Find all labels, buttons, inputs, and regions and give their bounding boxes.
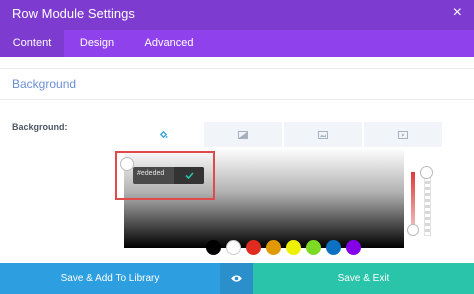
background-field-label: Background: (12, 122, 68, 132)
highlight-annotation (115, 151, 215, 200)
palette-swatch-red[interactable] (246, 240, 261, 255)
hue-slider[interactable] (411, 172, 415, 232)
save-to-library-button[interactable]: Save & Add To Library (0, 263, 220, 294)
bg-type-video[interactable] (364, 122, 442, 147)
modal-footer: Save & Add To Library Save & Exit (0, 263, 474, 294)
palette-swatch-blue[interactable] (326, 240, 341, 255)
save-exit-button[interactable]: Save & Exit (253, 263, 474, 294)
tab-content[interactable]: Content (0, 30, 64, 57)
palette-swatch-black[interactable] (206, 240, 221, 255)
palette-swatch-yellow[interactable] (286, 240, 301, 255)
paint-bucket-icon (159, 130, 168, 139)
palette-swatch-orange[interactable] (266, 240, 281, 255)
bg-type-color[interactable] (124, 122, 202, 147)
modal-title: Row Module Settings (12, 6, 135, 21)
tab-design[interactable]: Design (64, 30, 130, 57)
close-icon[interactable]: × (453, 4, 462, 22)
modal-header: Row Module Settings × (0, 0, 474, 30)
background-section-toggle[interactable]: Background (0, 68, 474, 100)
video-icon (398, 130, 408, 139)
bg-type-gradient[interactable] (204, 122, 282, 147)
background-type-tabs (124, 122, 442, 147)
eye-icon (231, 275, 242, 282)
palette-swatch-purple[interactable] (346, 240, 361, 255)
palette-swatch-white[interactable] (226, 240, 241, 255)
settings-modal: Row Module Settings × Content Design Adv… (0, 0, 474, 294)
gradient-icon (238, 130, 248, 139)
opacity-slider-handle[interactable] (420, 166, 433, 179)
opacity-slider[interactable] (424, 174, 431, 236)
palette-swatch-green[interactable] (306, 240, 321, 255)
tab-advanced[interactable]: Advanced (130, 30, 208, 57)
bg-type-image[interactable] (284, 122, 362, 147)
settings-tabs: Content Design Advanced (0, 30, 474, 57)
section-title: Background (12, 77, 77, 91)
hue-slider-handle[interactable] (407, 224, 419, 236)
color-palette (206, 240, 366, 256)
image-icon (318, 130, 328, 139)
preview-button[interactable] (220, 263, 253, 294)
